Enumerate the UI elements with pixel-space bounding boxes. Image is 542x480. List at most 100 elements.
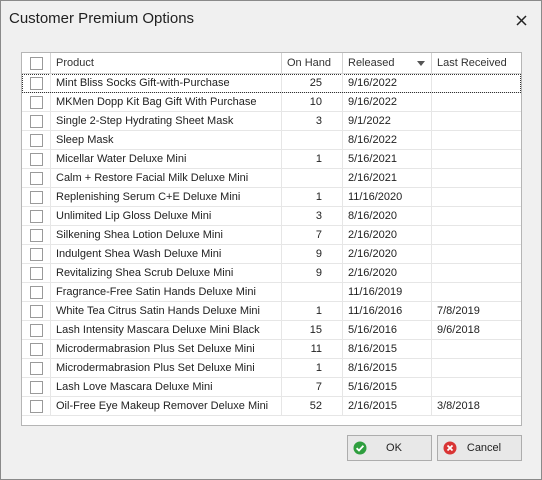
cell-on-hand: 9 — [282, 245, 343, 263]
row-checkbox[interactable] — [30, 172, 43, 185]
row-checkbox[interactable] — [30, 343, 43, 356]
table-row[interactable]: Single 2-Step Hydrating Sheet Mask 3 9/1/2… — [22, 112, 521, 131]
table-row[interactable]: Oil-Free Eye Makeup Remover Deluxe Mini 5… — [22, 397, 521, 416]
cell-on-hand: 7 — [282, 378, 343, 396]
cell-last-received — [432, 188, 521, 206]
cell-last-received — [432, 150, 521, 168]
table-row[interactable]: Lash Love Mascara Deluxe Mini 7 5/16/2015 — [22, 378, 521, 397]
column-header-on-hand[interactable]: On Hand — [282, 53, 343, 74]
row-checkbox[interactable] — [30, 96, 43, 109]
cell-released: 2/16/2020 — [343, 245, 432, 263]
cell-released: 5/16/2016 — [343, 321, 432, 339]
table-row[interactable]: Micellar Water Deluxe Mini 1 5/16/2021 — [22, 150, 521, 169]
table-row[interactable]: Revitalizing Shea Scrub Deluxe Mini 9 2/16… — [22, 264, 521, 283]
table-row[interactable]: White Tea Citrus Satin Hands Deluxe Mini… — [22, 302, 521, 321]
cell-on-hand: 1 — [282, 150, 343, 168]
row-checkbox[interactable] — [30, 134, 43, 147]
table-row[interactable]: Mint Bliss Socks Gift-with-Purchase 25 9/1… — [22, 74, 521, 93]
row-checkbox[interactable] — [30, 115, 43, 128]
cell-select — [22, 188, 51, 206]
ok-button-label: OK — [386, 442, 402, 454]
row-checkbox[interactable] — [30, 77, 43, 90]
row-checkbox[interactable] — [30, 229, 43, 242]
row-checkbox[interactable] — [30, 153, 43, 166]
cell-select — [22, 321, 51, 339]
column-header-last-received[interactable]: Last Received — [432, 53, 521, 74]
cell-last-received — [432, 264, 521, 282]
cell-product: Sleep Mask — [51, 131, 282, 149]
cell-released: 8/16/2015 — [343, 340, 432, 358]
title-bar: Customer Premium Options — [1, 1, 541, 39]
cell-released: 8/16/2022 — [343, 131, 432, 149]
cell-last-received — [432, 207, 521, 225]
cell-released: 2/16/2020 — [343, 226, 432, 244]
table-row[interactable]: Unlimited Lip Gloss Deluxe Mini 3 8/16/202… — [22, 207, 521, 226]
table-row[interactable]: MKMen Dopp Kit Bag Gift With Purchase 10 9… — [22, 93, 521, 112]
cancel-button[interactable]: Cancel — [437, 435, 522, 461]
cell-released: 5/16/2021 — [343, 150, 432, 168]
cell-select — [22, 378, 51, 396]
table-row[interactable]: Lash Intensity Mascara Deluxe Mini Black… — [22, 321, 521, 340]
row-checkbox[interactable] — [30, 210, 43, 223]
cell-last-received: 7/8/2019 — [437, 305, 480, 317]
cell-released: 9/16/2022 — [343, 93, 432, 111]
cell-released: 5/16/2015 — [343, 378, 432, 396]
cell-product: Fragrance-Free Satin Hands Deluxe Mini — [51, 283, 282, 301]
table-row[interactable]: Microdermabrasion Plus Set Deluxe Mini 11… — [22, 340, 521, 359]
row-checkbox[interactable] — [30, 305, 43, 318]
cell-released: 9/16/2022 — [343, 74, 432, 92]
x-circle-icon — [443, 441, 457, 455]
row-checkbox[interactable] — [30, 286, 43, 299]
table-row[interactable]: Calm + Restore Facial Milk Deluxe Mini 2/… — [22, 169, 521, 188]
table-row[interactable]: Fragrance-Free Satin Hands Deluxe Mini 11… — [22, 283, 521, 302]
cell-product: White Tea Citrus Satin Hands Deluxe Mini — [51, 302, 282, 320]
cell-last-received — [432, 226, 521, 244]
close-button[interactable] — [507, 6, 535, 34]
cell-product: Silkening Shea Lotion Deluxe Mini — [51, 226, 282, 244]
table-row[interactable]: Replenishing Serum C+E Deluxe Mini 1 11/16… — [22, 188, 521, 207]
row-checkbox[interactable] — [30, 248, 43, 261]
select-all-checkbox[interactable] — [30, 57, 43, 70]
cell-last-received — [432, 378, 521, 396]
row-checkbox[interactable] — [30, 381, 43, 394]
cell-select — [22, 340, 51, 358]
cell-on-hand: 1 — [282, 302, 343, 320]
sort-descending-icon — [417, 61, 425, 66]
ok-button[interactable]: OK — [347, 435, 432, 461]
table-row[interactable]: Indulgent Shea Wash Deluxe Mini 9 2/16/202… — [22, 245, 521, 264]
table-row[interactable]: Microdermabrasion Plus Set Deluxe Mini 1 8… — [22, 359, 521, 378]
cell-last-received — [432, 169, 521, 187]
cell-last-received — [432, 359, 521, 377]
row-checkbox[interactable] — [30, 267, 43, 280]
cell-last-received — [432, 340, 521, 358]
cell-on-hand: 7 — [282, 226, 343, 244]
row-checkbox[interactable] — [30, 400, 43, 413]
cell-product: MKMen Dopp Kit Bag Gift With Purchase — [51, 93, 282, 111]
cell-select — [22, 169, 51, 187]
cell-product: Microdermabrasion Plus Set Deluxe Mini — [51, 340, 282, 358]
table-row[interactable]: Silkening Shea Lotion Deluxe Mini 7 2/16/2… — [22, 226, 521, 245]
cell-last-received — [432, 93, 521, 111]
column-header-product[interactable]: Product — [51, 53, 282, 74]
window-title: Customer Premium Options — [9, 10, 195, 27]
cell-select — [22, 264, 51, 282]
row-checkbox[interactable] — [30, 191, 43, 204]
cell-select — [22, 359, 51, 377]
cell-released: 2/16/2015 — [343, 397, 432, 415]
cell-released: 8/16/2020 — [343, 207, 432, 225]
cell-select — [22, 112, 51, 130]
column-header-released-label: Released — [348, 57, 395, 69]
row-checkbox[interactable] — [30, 324, 43, 337]
close-icon — [515, 14, 527, 26]
cell-on-hand: 9 — [282, 264, 343, 282]
cell-last-received — [432, 131, 521, 149]
cell-last-received: 9/6/2018 — [437, 324, 480, 336]
cell-released: 11/16/2016 — [343, 302, 432, 320]
cell-select — [22, 207, 51, 225]
cell-product: Lash Intensity Mascara Deluxe Mini Black — [51, 321, 282, 339]
cell-product: Lash Love Mascara Deluxe Mini — [51, 378, 282, 396]
column-header-released[interactable]: Released — [343, 53, 432, 74]
cell-on-hand: 3 — [282, 207, 343, 225]
table-row[interactable]: Sleep Mask 8/16/2022 — [22, 131, 521, 150]
row-checkbox[interactable] — [30, 362, 43, 375]
